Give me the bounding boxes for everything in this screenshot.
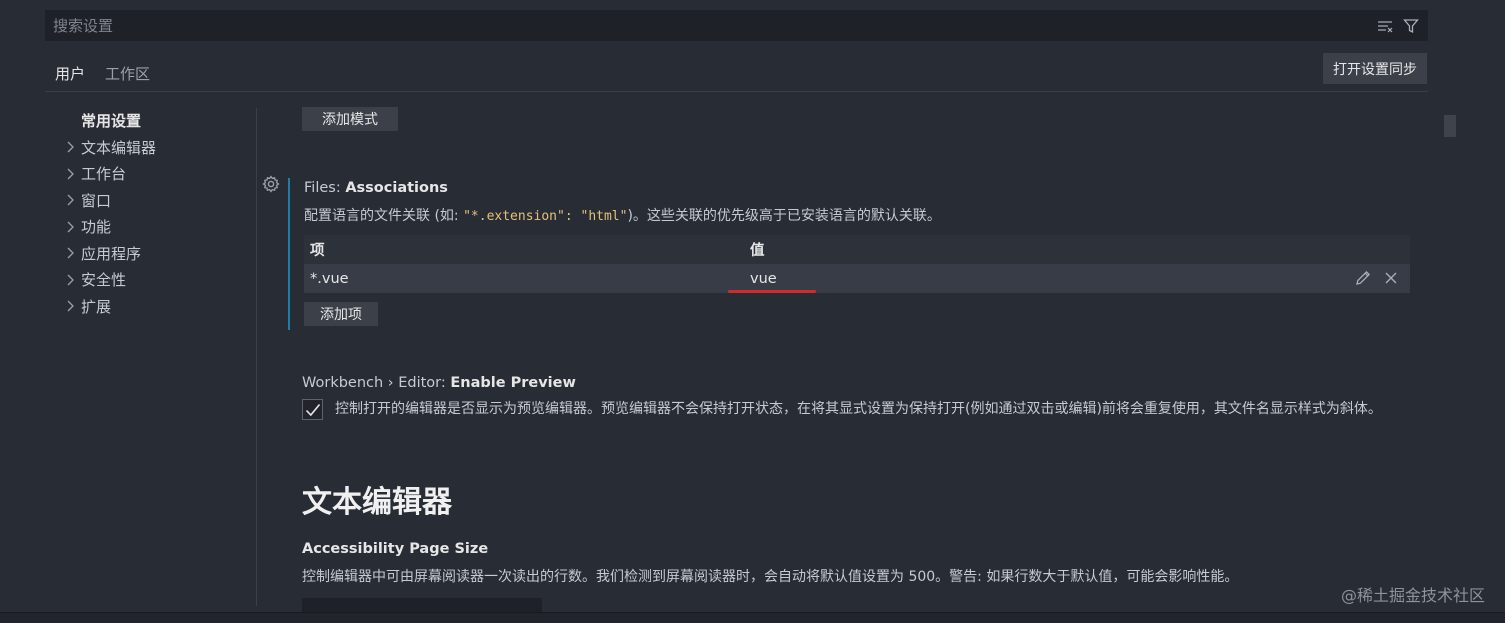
red-underline-annotation — [728, 290, 816, 293]
chevron-right-icon — [58, 274, 81, 286]
row-value: vue — [750, 270, 777, 287]
tab-user[interactable]: 用户 — [45, 56, 96, 92]
search-input[interactable] — [53, 16, 1376, 35]
toc-item-text-editor[interactable]: 文本编辑器 — [58, 134, 258, 161]
clear-filter-icon[interactable] — [1376, 17, 1394, 35]
toc-item-label: 安全性 — [81, 271, 127, 290]
chevron-right-icon — [58, 247, 81, 259]
chevron-right-icon — [58, 168, 81, 180]
add-item-button[interactable]: 添加项 — [304, 302, 378, 326]
setting-category: Files: — [304, 180, 341, 196]
close-icon[interactable] — [1382, 269, 1400, 287]
toc-item-application[interactable]: 应用程序 — [58, 240, 258, 267]
toc-item-features[interactable]: 功能 — [58, 214, 258, 241]
check-icon — [305, 403, 320, 416]
toc-divider — [256, 108, 257, 606]
page-size-input[interactable] — [302, 598, 542, 612]
desc-suffix: )。这些关联的优先级高于已安装语言的默认关联。 — [627, 208, 941, 224]
search-actions — [1376, 17, 1420, 35]
section-heading: 文本编辑器 — [302, 485, 452, 520]
settings-toc: 常用设置 文本编辑器 工作台 窗口 功能 应用程序 安全性 扩展 — [58, 108, 258, 320]
tab-workspace[interactable]: 工作区 — [95, 56, 160, 92]
setting-name: Associations — [345, 180, 448, 196]
setting-title-enable-preview: Workbench › Editor: Enable Preview — [302, 375, 576, 391]
toc-item-security[interactable]: 安全性 — [58, 267, 258, 294]
setting-description: 控制打开的编辑器是否显示为预览编辑器。预览编辑器不会保持打开状态，在将其显式设置… — [335, 401, 1382, 417]
desc-prefix: 配置语言的文件关联 (如: — [304, 208, 464, 224]
associations-table: 项 值 *.vue vue — [304, 235, 1410, 293]
setting-category: Workbench › Editor: — [302, 375, 446, 391]
row-actions — [1354, 269, 1400, 287]
toc-item-extensions[interactable]: 扩展 — [58, 293, 258, 320]
toc-item-label: 扩展 — [81, 297, 112, 316]
header-value: 值 — [750, 243, 765, 259]
header-key: 项 — [310, 243, 325, 259]
setting-name: Accessibility Page Size — [302, 541, 489, 557]
table-header: 项 值 — [304, 235, 1410, 264]
toc-header-common[interactable]: 常用设置 — [58, 108, 258, 134]
settings-list: 添加模式 Files: Associations 配置语言的文件关联 (如: "… — [258, 92, 1438, 612]
toc-item-label: 功能 — [81, 218, 112, 237]
filter-icon[interactable] — [1402, 17, 1420, 35]
setting-files-associations: Files: Associations 配置语言的文件关联 (如: "*.ext… — [288, 178, 1418, 330]
toc-item-label: 工作台 — [81, 165, 127, 184]
search-bar — [45, 10, 1428, 41]
setting-description: 控制编辑器中可由屏幕阅读器一次读出的行数。我们检测到屏幕阅读器时，会自动将默认值… — [302, 569, 1239, 585]
open-settings-sync-button[interactable]: 打开设置同步 — [1323, 53, 1427, 84]
toc-item-label: 应用程序 — [81, 244, 142, 263]
add-pattern-button[interactable]: 添加模式 — [302, 107, 398, 131]
toc-item-window[interactable]: 窗口 — [58, 187, 258, 214]
gear-icon[interactable] — [262, 175, 280, 193]
chevron-right-icon — [58, 300, 81, 312]
settings-scope-tabs: 用户 工作区 — [45, 56, 160, 92]
setting-title-accessibility-page-size: Accessibility Page Size — [302, 541, 488, 557]
watermark: @稀土掘金技术社区 — [1340, 586, 1485, 605]
toc-item-workbench[interactable]: 工作台 — [58, 161, 258, 188]
desc-code: "*.extension": "html" — [463, 209, 628, 224]
edit-icon[interactable] — [1354, 269, 1372, 287]
toc-item-label: 文本编辑器 — [81, 138, 157, 157]
status-bar — [0, 612, 1505, 623]
setting-name: Enable Preview — [450, 375, 576, 391]
chevron-right-icon — [58, 221, 81, 233]
setting-title: Files: Associations — [304, 180, 448, 196]
chevron-right-icon — [58, 194, 81, 206]
chevron-right-icon — [58, 141, 81, 153]
scrollbar-thumb[interactable] — [1444, 115, 1456, 137]
enable-preview-checkbox[interactable] — [302, 399, 323, 420]
table-row[interactable]: *.vue vue — [304, 264, 1410, 293]
toc-item-label: 窗口 — [81, 191, 112, 210]
row-key: *.vue — [310, 270, 349, 287]
setting-description: 配置语言的文件关联 (如: "*.extension": "html")。这些关… — [304, 205, 941, 225]
